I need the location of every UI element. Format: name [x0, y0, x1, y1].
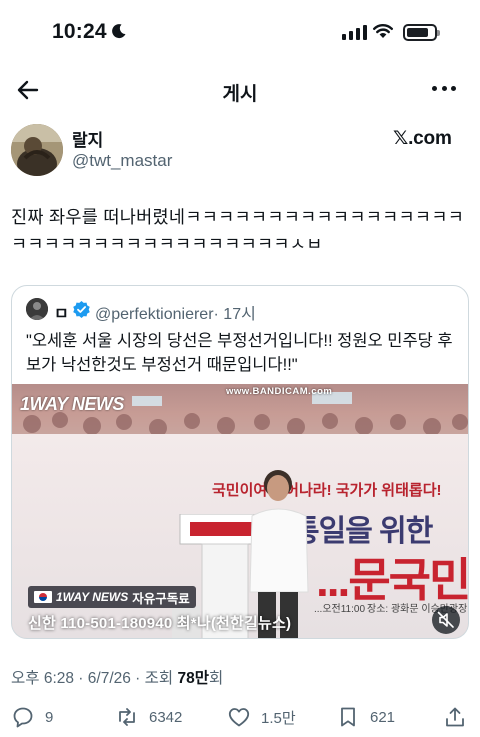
wifi-icon: [373, 24, 393, 38]
quoted-author-handle[interactable]: @perfektionierer· 17시: [95, 300, 256, 324]
reply-icon: [13, 707, 33, 728]
verified-badge-icon: [73, 300, 90, 319]
moon-icon: [112, 24, 126, 39]
more-options-icon[interactable]: [432, 86, 456, 94]
share-button[interactable]: [443, 703, 467, 731]
meta-timestamp: 오후 6:28 · 6/7/26 · 조회: [11, 670, 178, 687]
mute-button[interactable]: [432, 606, 460, 634]
subscription-text: 자유구독료: [132, 591, 190, 606]
quoted-text: "오세훈 서울 시장의 당선은 부정선거입니다!! 정원오 민주당 후보가 낙선…: [26, 332, 453, 374]
battery-icon: [403, 24, 440, 41]
speaker-muted-icon: [437, 611, 454, 628]
meta-suffix: 회: [208, 670, 224, 687]
author-avatar[interactable]: [11, 124, 63, 176]
quoted-author-avatar[interactable]: [26, 298, 48, 320]
x-com-link[interactable]: 𝕏.com: [393, 127, 452, 150]
news-logo: 1WAY NEWS: [20, 394, 124, 414]
subscription-overlay: 1WAY NEWS 자유구독료: [28, 586, 196, 608]
battery-level: [407, 28, 428, 37]
author-name[interactable]: 랄지: [72, 126, 103, 151]
page-title: 게시: [222, 84, 258, 105]
signal-icon: [342, 25, 367, 40]
view-count: 78만: [177, 670, 209, 687]
heart-icon: [228, 708, 250, 727]
quoted-time: · 17시: [213, 306, 256, 323]
video-player[interactable]: 국민이여 일어나라! 국가가 위태롭다! ...통일을 위한 ...문국민대 .…: [12, 384, 468, 638]
korea-flag-icon: [34, 591, 52, 603]
subscription-logo: 1WAY NEWS: [56, 590, 129, 604]
repost-count: 6342: [149, 708, 183, 726]
nav-header: 게시: [0, 66, 480, 114]
bandicam-watermark: www.BANDICAM.com: [226, 386, 333, 397]
quoted-author-name[interactable]: ㅁ: [54, 300, 69, 324]
bookmark-icon: [341, 707, 355, 727]
bookmark-button[interactable]: 621: [336, 703, 395, 731]
repost-button[interactable]: 6342: [115, 703, 182, 731]
reply-count: 9: [45, 708, 54, 726]
share-icon: [446, 707, 464, 727]
status-time: 10:24: [52, 20, 107, 43]
quoted-tweet[interactable]: ㅁ @perfektionierer· 17시 "오세훈 서울 시장의 당선은 …: [11, 285, 469, 639]
like-count: 1.5만: [261, 709, 296, 727]
bookmark-count: 621: [370, 708, 396, 726]
account-overlay: 신한 110-501-180940 최*나(천한길뉴스): [12, 610, 468, 634]
like-button[interactable]: 1.5만: [227, 703, 296, 731]
reply-button[interactable]: 9: [11, 703, 53, 731]
action-bar: 9 6342 1.5만 621: [0, 703, 480, 733]
tweet-text: 진짜 좌우를 떠나버렸네ㅋㅋㅋㅋㅋㅋㅋㅋㅋㅋㅋㅋㅋㅋㅋㅋㅋㅋㅋㅋㅋㅋㅋㅋㅋㅋㅋㅋ…: [11, 207, 465, 254]
quoted-handle: @perfektionierer: [95, 306, 214, 323]
account-text: 신한 110-501-180940 최*나(천한길뉴스): [28, 615, 292, 632]
status-bar: 10:24: [0, 0, 480, 62]
tweet-meta: 오후 6:28 · 6/7/26 · 조회 78만회: [11, 666, 223, 688]
repost-icon: [119, 708, 135, 726]
author-handle[interactable]: @twt_mastar: [72, 151, 172, 171]
